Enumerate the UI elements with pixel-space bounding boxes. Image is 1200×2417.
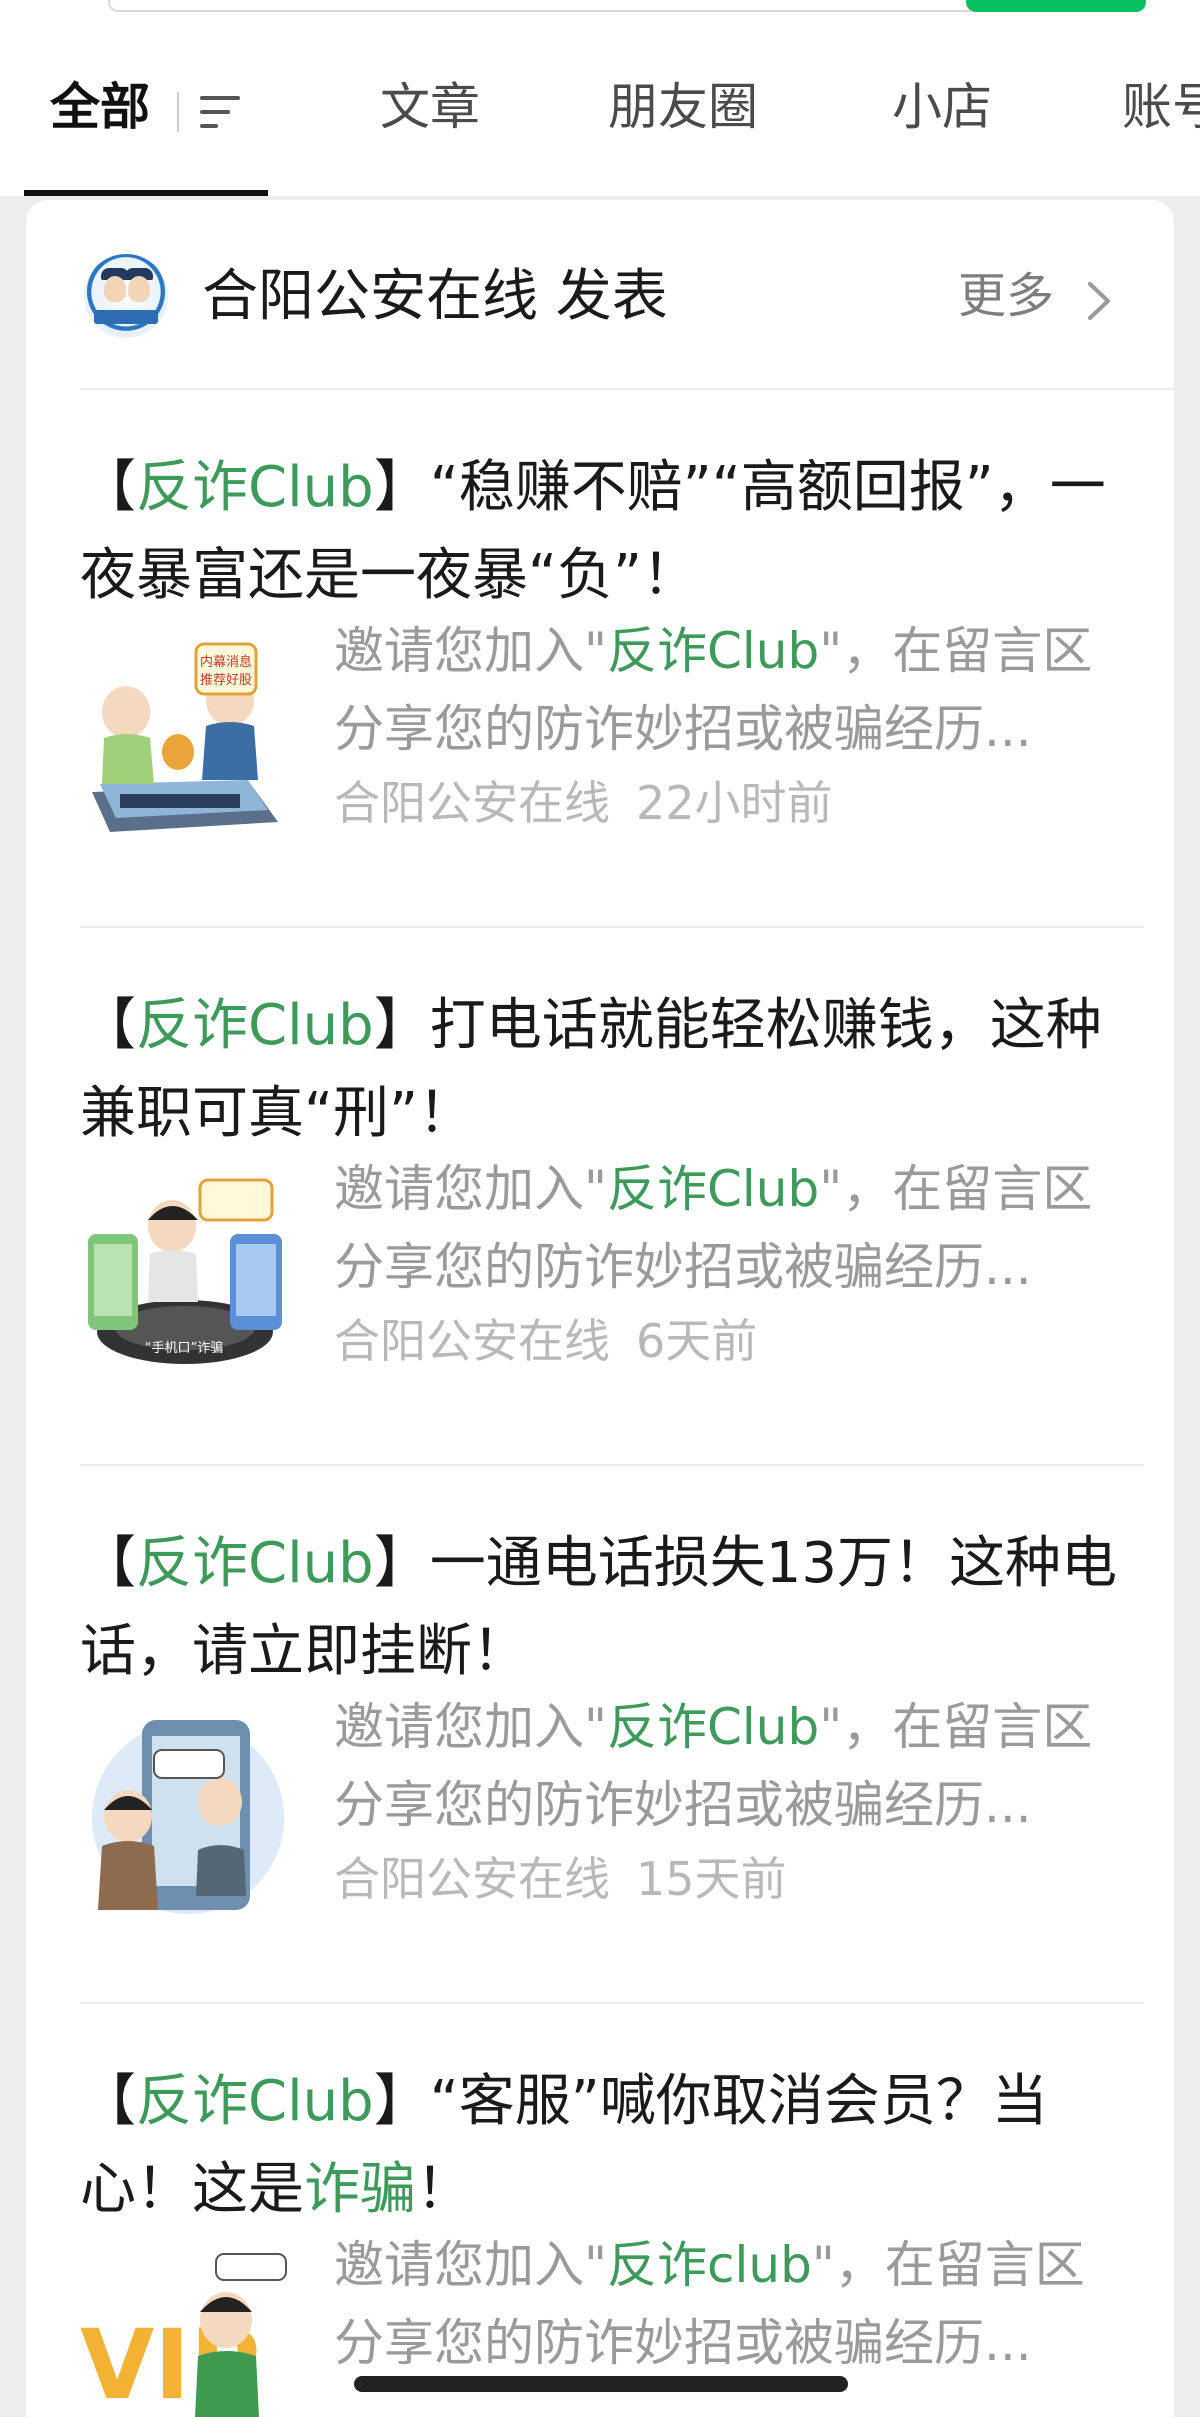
more-button[interactable]: 更多 [958,270,1054,323]
article-item[interactable]: 【反诈Club】一通电话损失13万！这种电话，请立即挂断！ 邀请您加入"反诈Cl… [26,1466,1174,2002]
article-source: 合阳公安在线 [334,776,610,830]
home-indicator[interactable] [354,2376,848,2392]
article-time: 15天前 [636,1852,787,1906]
account-avatar[interactable] [84,254,168,338]
tab-articles[interactable]: 文章 [380,82,480,132]
article-meta: 合阳公安在线 15天前 [334,1854,787,1905]
chevron-right-icon[interactable] [1084,280,1114,322]
article-summary[interactable]: 邀请您加入"反诈Club"，在留言区分享您的防诈妙招或被骗经历... [334,1150,1134,1306]
article-time: 22小时前 [636,776,833,830]
svg-text:推荐好股: 推荐好股 [200,673,252,688]
svg-text:“手机口”诈骗: “手机口”诈骗 [145,1341,223,1356]
tab-shop[interactable]: 小店 [892,82,992,132]
account-articles-card: 合阳公安在线 发表 更多 【反诈Club】“稳赚不赔”“高额回报”，一夜暴富还是… [26,200,1174,2417]
phone-job-scam-illustration: “手机口”诈骗 [80,1172,290,1382]
article-thumbnail[interactable]: VIP [80,2248,290,2417]
article-meta: 合阳公安在线 6天前 [334,1316,757,1367]
article-time: 6天前 [636,1314,758,1368]
article-thumbnail[interactable] [80,1710,290,1920]
search-input[interactable] [108,0,978,12]
article-summary[interactable]: 邀请您加入"反诈club"，在留言区分享您的防诈妙招或被骗经历... [334,2226,1134,2382]
article-summary[interactable]: 邀请您加入"反诈Club"，在留言区分享您的防诈妙招或被骗经历... [334,612,1134,768]
card-header[interactable]: 合阳公安在线 发表 更多 [26,200,1174,388]
article-item[interactable]: 【反诈Club】“客服”喊你取消会员？当心！这是诈骗！ VIP 邀请您加入"反诈… [26,2004,1174,2417]
article-source: 合阳公安在线 [334,1852,610,1906]
active-tab-indicator [24,190,268,196]
search-button[interactable] [966,0,1146,12]
article-thumbnail[interactable]: 内幕消息 推荐好股 [80,634,290,844]
article-meta: 合阳公安在线 22小时前 [334,778,833,829]
tab-all[interactable]: 全部 [50,82,150,132]
article-thumbnail[interactable]: “手机口”诈骗 [80,1172,290,1382]
tab-separator [177,92,179,132]
investment-scam-illustration: 内幕消息 推荐好股 [80,634,290,844]
tab-accounts[interactable]: 账号 [1122,82,1200,132]
article-item[interactable]: 【反诈Club】打电话就能轻松赚钱，这种兼职可真“刑”！ “手机口”诈骗 邀请您… [26,928,1174,1464]
publisher-name[interactable]: 合阳公安在线 发表 [202,266,668,328]
article-title[interactable]: 【反诈Club】“客服”喊你取消会员？当心！这是诈骗！ [80,2058,1130,2234]
article-item[interactable]: 【反诈Club】“稳赚不赔”“高额回报”，一夜暴富还是一夜暴“负”！ 内幕消息 … [26,390,1174,926]
article-title[interactable]: 【反诈Club】“稳赚不赔”“高额回报”，一夜暴富还是一夜暴“负”！ [80,444,1130,620]
phone-call-scam-illustration [80,1710,290,1920]
vip-cancel-scam-illustration: VIP [80,2248,290,2417]
article-title[interactable]: 【反诈Club】打电话就能轻松赚钱，这种兼职可真“刑”！ [80,982,1130,1158]
svg-text:内幕消息: 内幕消息 [200,654,252,670]
tab-bar: 全部 文章 朋友圈 小店 账号 [0,20,1200,196]
article-source: 合阳公安在线 [334,1314,610,1368]
article-summary[interactable]: 邀请您加入"反诈Club"，在留言区分享您的防诈妙招或被骗经历... [334,1688,1134,1844]
filter-icon[interactable] [192,90,242,134]
article-title[interactable]: 【反诈Club】一通电话损失13万！这种电话，请立即挂断！ [80,1520,1130,1696]
search-bar [0,0,1200,20]
tab-moments[interactable]: 朋友圈 [608,82,758,132]
